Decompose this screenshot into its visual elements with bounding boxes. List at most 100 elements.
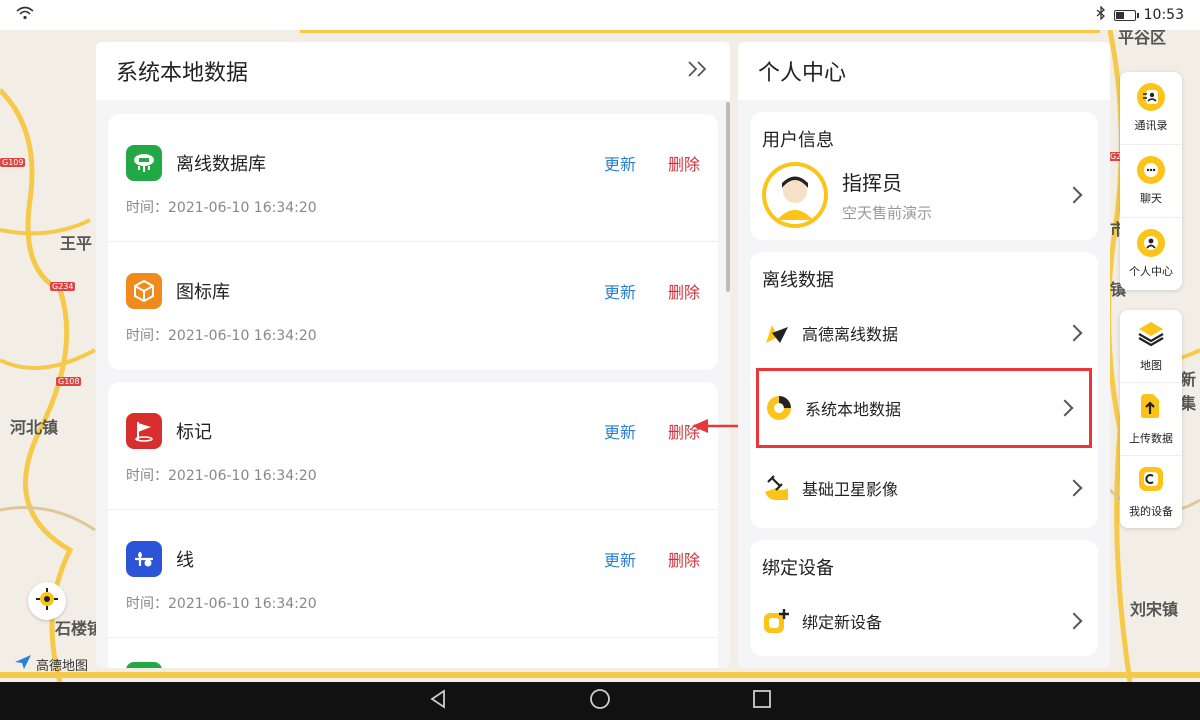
toolbar-profile-button[interactable]: 个人中心 — [1120, 218, 1182, 290]
profile-icon — [1137, 229, 1165, 257]
data-item-marker: 标记 更新 删除 时间：2021-06-10 16:34:20 — [108, 382, 718, 510]
toolbar-label: 通讯录 — [1134, 119, 1168, 132]
partial-item-icon — [126, 662, 162, 668]
recents-icon[interactable] — [751, 688, 773, 714]
contacts-icon — [1137, 83, 1165, 111]
road-badge: G109 — [0, 158, 26, 167]
offline-data-card: 离线数据 高德离线数据 系统本地数据 基础卫星影像 — [750, 252, 1098, 528]
chevron-right-icon — [1065, 186, 1083, 204]
item-time: 时间：2021-06-10 16:34:20 — [126, 467, 317, 484]
toolbar-upload-button[interactable]: 上传数据 — [1120, 383, 1182, 456]
update-button[interactable]: 更新 — [604, 151, 636, 175]
update-button[interactable]: 更新 — [604, 547, 636, 571]
road-badge: G234 — [50, 282, 76, 291]
section-title: 用户信息 — [762, 130, 834, 151]
menu-label: 高德离线数据 — [802, 325, 899, 344]
panel-title: 个人中心 — [758, 61, 847, 86]
back-icon[interactable] — [427, 688, 449, 714]
panel-header: 个人中心 — [738, 42, 1110, 100]
user-info-card: 用户信息 指挥员 空天售前演示 — [750, 112, 1098, 240]
chevron-right-icon — [1056, 399, 1074, 417]
battery-icon — [1113, 9, 1139, 21]
data-item-offline-database: 离线数据库 更新 删除 时间：2021-06-10 16:34:20 — [108, 114, 718, 242]
local-data-panel: 系统本地数据 离线数据库 更新 删除 时间：2021-06-10 16:34:2… — [96, 42, 730, 668]
section-title: 离线数据 — [762, 270, 834, 291]
chevron-right-icon — [1065, 612, 1083, 630]
toolbar-contacts-button[interactable]: 通讯录 — [1120, 72, 1182, 145]
add-device-icon — [762, 607, 790, 635]
item-time: 时间：2021-06-10 16:34:20 — [126, 595, 317, 612]
chevron-right-icon — [1065, 479, 1083, 497]
layers-icon — [1137, 319, 1165, 351]
data-card: 离线数据库 更新 删除 时间：2021-06-10 16:34:20 图标库 更… — [108, 114, 718, 370]
menu-label: 系统本地数据 — [805, 400, 902, 419]
item-name: 离线数据库 — [176, 153, 266, 175]
toolbar-label: 聊天 — [1140, 192, 1162, 205]
map-label: 新集 — [1180, 370, 1197, 413]
data-item-line: 线 更新 删除 时间：2021-06-10 16:34:20 — [108, 510, 718, 638]
amap-logo-icon — [14, 654, 32, 674]
item-name: 线 — [176, 549, 194, 571]
item-time: 时间：2021-06-10 16:34:20 — [126, 328, 317, 344]
status-bar: 10:53 — [0, 0, 1200, 30]
map-label: 河北镇 — [10, 418, 59, 437]
wifi-icon — [16, 6, 34, 24]
menu-bind-new-device[interactable]: 绑定新设备 — [750, 586, 1098, 656]
bluetooth-icon — [1096, 5, 1106, 24]
bind-device-card: 绑定设备 绑定新设备 — [750, 540, 1098, 656]
user-subtitle: 空天售前演示 — [842, 204, 933, 222]
clock-text: 10:53 — [1143, 7, 1184, 23]
amap-offline-icon — [762, 319, 790, 347]
home-icon[interactable] — [589, 688, 611, 714]
locate-button[interactable] — [28, 582, 66, 620]
menu-satellite[interactable]: 基础卫星影像 — [750, 448, 1098, 528]
menu-label: 基础卫星影像 — [802, 480, 899, 499]
side-toolbar-bottom: 地图 上传数据 我的设备 — [1120, 310, 1182, 528]
panel-title: 系统本地数据 — [116, 61, 249, 86]
update-button[interactable]: 更新 — [604, 279, 636, 303]
side-toolbar-top: 通讯录 聊天 个人中心 — [1120, 72, 1182, 290]
data-card: 标记 更新 删除 时间：2021-06-10 16:34:20 线 更新 删除 … — [108, 382, 718, 668]
menu-amap-offline[interactable]: 高德离线数据 — [750, 298, 1098, 368]
local-data-icon — [765, 394, 793, 422]
toolbar-chat-button[interactable]: 聊天 — [1120, 145, 1182, 218]
toolbar-map-button[interactable]: 地图 — [1120, 310, 1182, 383]
item-time: 时间：2021-06-10 16:34:20 — [126, 199, 317, 216]
delete-button[interactable]: 删除 — [668, 279, 700, 303]
satellite-icon — [762, 474, 790, 502]
cube-icon — [126, 273, 162, 309]
menu-local-data[interactable]: 系统本地数据 — [756, 368, 1092, 448]
toolbar-label: 我的设备 — [1129, 505, 1173, 518]
amap-brand: 高德地图 — [14, 654, 88, 674]
avatar — [762, 162, 828, 228]
item-name: 标记 — [176, 421, 212, 443]
profile-panel: 个人中心 用户信息 指挥员 空天售前演示 离线数据 高德离线数据 系统本地数据 … — [738, 42, 1110, 668]
item-name: 图标库 — [176, 282, 230, 303]
toolbar-label: 个人中心 — [1129, 265, 1173, 278]
locate-icon — [36, 588, 58, 614]
data-item-partial — [108, 662, 718, 668]
data-item-icon-library: 图标库 更新 删除 时间：2021-06-10 16:34:20 — [108, 242, 718, 370]
flag-icon — [126, 412, 162, 449]
database-cloud-icon — [126, 144, 162, 181]
chevron-right-icon — [1065, 324, 1083, 342]
map-label: 刘宋镇 — [1130, 600, 1179, 619]
chat-icon — [1137, 156, 1165, 184]
user-name: 指挥员 — [842, 171, 902, 195]
scrollbar[interactable] — [726, 102, 730, 292]
delete-button[interactable]: 删除 — [668, 547, 700, 571]
amap-brand-text: 高德地图 — [36, 658, 89, 674]
collapse-double-chevron-icon[interactable] — [686, 59, 710, 83]
road-badge: G108 — [56, 377, 82, 386]
toolbar-device-button[interactable]: 我的设备 — [1120, 456, 1182, 528]
delete-button[interactable]: 删除 — [668, 151, 700, 175]
update-button[interactable]: 更新 — [604, 419, 636, 443]
user-row[interactable]: 指挥员 空天售前演示 — [750, 158, 1098, 240]
device-icon — [1137, 465, 1165, 497]
upload-icon — [1137, 392, 1165, 424]
menu-label: 绑定新设备 — [802, 613, 883, 632]
panel-header: 系统本地数据 — [96, 42, 730, 100]
toolbar-label: 上传数据 — [1129, 432, 1173, 445]
line-icon — [126, 540, 162, 577]
toolbar-label: 地图 — [1140, 359, 1162, 372]
